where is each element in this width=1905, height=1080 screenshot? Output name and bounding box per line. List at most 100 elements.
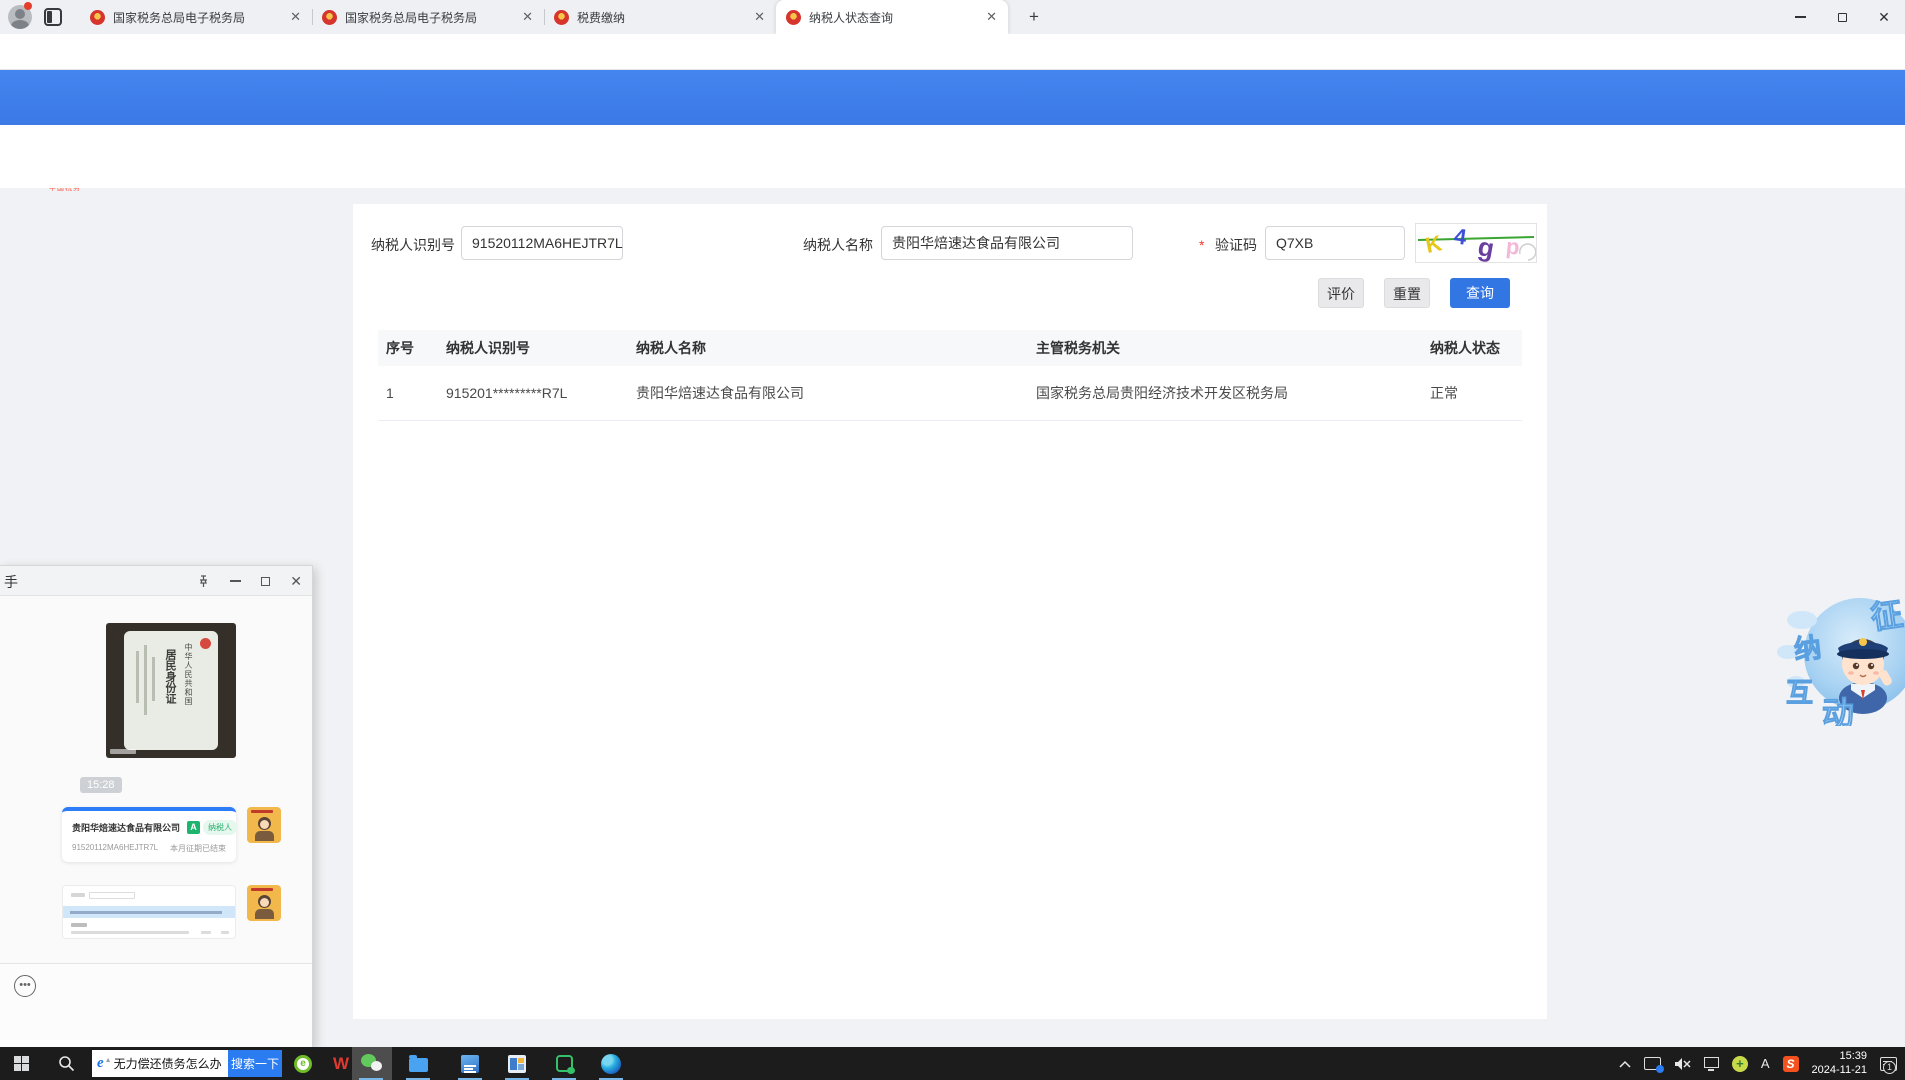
sticker-message[interactable] (247, 807, 281, 843)
window-restore-button[interactable] (1821, 0, 1863, 34)
captcha-input[interactable]: Q7XB (1265, 226, 1405, 260)
result-table: 序号 纳税人识别号 纳税人名称 主管税务机关 纳税人状态 1 915201***… (378, 330, 1522, 421)
required-mark: * (1199, 237, 1204, 253)
tax-favicon (786, 10, 801, 25)
360-browser-icon: e (294, 1055, 312, 1073)
account-app-icon (508, 1055, 526, 1073)
evaluate-button[interactable]: 评价 (1318, 278, 1364, 308)
taskbar-app-account[interactable] (498, 1047, 536, 1080)
svg-text:4: 4 (1453, 224, 1469, 250)
tab-close-icon[interactable]: ✕ (519, 9, 536, 25)
company-card-message[interactable]: 贵阳华焙速达食品有限公司 A 纳税人 91520112MA6HEJTR7L 本月… (62, 807, 236, 862)
chat-minimize-icon[interactable] (230, 580, 241, 582)
tab-4-active[interactable]: 纳税人状态查询 ✕ (776, 0, 1008, 34)
svg-text:K: K (1423, 230, 1444, 258)
id-card-photo-message[interactable]: 中华人民共和国 居民身份证 (106, 623, 236, 758)
tab-close-icon[interactable]: ✕ (983, 9, 1000, 25)
company-name: 贵阳华焙速达食品有限公司 (72, 821, 180, 834)
tab-title: 纳税人状态查询 (809, 9, 977, 26)
tray-expand-icon[interactable] (1619, 1060, 1631, 1068)
taskbar-app-docs[interactable] (451, 1047, 489, 1080)
sticker-message[interactable] (247, 885, 281, 921)
new-tab-button[interactable]: + (1022, 6, 1046, 30)
col-tax-authority: 主管税务机关 (1028, 330, 1422, 366)
chat-footer: ••• (0, 963, 312, 1047)
taskbar-search-box[interactable]: e ▲ 无力偿还债务怎么办 搜索一下 (92, 1050, 282, 1077)
chat-window-title: 手 (4, 572, 18, 592)
windows-taskbar: e ▲ 无力偿还债务怎么办 搜索一下 e W + A S 15:39 2024-… (0, 1047, 1905, 1080)
pin-icon[interactable] (197, 575, 210, 588)
caret-icon: ▲ (105, 1057, 112, 1064)
tab-2[interactable]: 国家税务总局电子税务局 ✕ (312, 0, 544, 34)
cell-seq: 1 (378, 366, 438, 420)
credit-grade-badge: A (187, 821, 200, 834)
tab-actions-icon[interactable] (44, 8, 62, 26)
tax-favicon (90, 10, 105, 25)
chat-window-titlebar[interactable]: 手 ✕ (0, 566, 312, 596)
query-panel: 纳税人识别号 91520112MA6HEJTR7L 纳税人名称 贵阳华焙速达食品… (353, 204, 1547, 1019)
sogou-ime-icon[interactable]: S (1783, 1056, 1799, 1072)
national-emblem-icon (200, 638, 211, 649)
captcha-image[interactable]: K 4 g p (1415, 223, 1537, 263)
svg-text:纳: 纳 (1792, 632, 1822, 666)
taskbar-search-go-button[interactable]: 搜索一下 (228, 1050, 282, 1077)
credit-grade-label: 纳税人 (203, 820, 237, 835)
document-app-icon (461, 1055, 479, 1073)
start-button[interactable] (14, 1056, 29, 1071)
cast-screen-icon[interactable] (1644, 1057, 1661, 1070)
taxpayer-name-input[interactable]: 贵阳华焙速达食品有限公司 (881, 226, 1133, 260)
screen: 国家税务总局电子税务局 ✕ 国家税务总局电子税务局 ✕ 税费缴纳 ✕ 纳税人状态… (0, 0, 1905, 1080)
taskbar-app-screenshot[interactable] (545, 1047, 583, 1080)
tab-1[interactable]: 国家税务总局电子税务局 ✕ (80, 0, 312, 34)
screenshot-message[interactable] (62, 885, 236, 939)
tab-title: 国家税务总局电子税务局 (113, 9, 281, 26)
chat-close-icon[interactable]: ✕ (290, 573, 302, 590)
cell-taxpayer-id: 915201*********R7L (438, 366, 628, 420)
taskbar-clock[interactable]: 15:39 2024-11-21 (1812, 1050, 1867, 1078)
site-header: 中国税务 全国统一规范电子税务局 贵州 **燕 (0, 70, 1905, 125)
tax-favicon (554, 10, 569, 25)
message-timestamp: 15:28 (80, 777, 122, 793)
taskbar-app-wechat[interactable] (352, 1047, 392, 1080)
col-taxpayer-id: 纳税人识别号 (438, 330, 628, 366)
cell-tax-authority: 国家税务总局贵阳经济技术开发区税务局 (1028, 366, 1422, 420)
browser-tab-bar: 国家税务总局电子税务局 ✕ 国家税务总局电子税务局 ✕ 税费缴纳 ✕ 纳税人状态… (0, 0, 1905, 34)
window-minimize-button[interactable] (1779, 0, 1821, 34)
profile-notification-dot (24, 2, 32, 10)
taskbar-search-icon[interactable] (58, 1055, 75, 1072)
taskbar-app-edge[interactable] (592, 1047, 630, 1080)
table-row[interactable]: 1 915201*********R7L 贵阳华焙速达食品有限公司 国家税务总局… (378, 366, 1522, 420)
clock-date: 2024-11-21 (1812, 1064, 1867, 1078)
notification-center-icon[interactable]: 1 (1880, 1057, 1897, 1071)
captcha-label: 验证码 (1215, 235, 1257, 255)
chat-maximize-icon[interactable] (261, 577, 270, 586)
chat-bubble-icon[interactable]: ••• (14, 975, 36, 997)
company-taxpayer-id: 91520112MA6HEJTR7L (72, 843, 158, 854)
wps-icon: W (333, 1054, 349, 1074)
taxpayer-id-input[interactable]: 91520112MA6HEJTR7L (461, 226, 623, 260)
tab-3[interactable]: 税费缴纳 ✕ (544, 0, 776, 34)
svg-text:动: 动 (1822, 695, 1854, 726)
volume-muted-icon[interactable] (1674, 1057, 1691, 1071)
taskbar-search-text: 无力偿还债务怎么办 (114, 1055, 228, 1072)
query-button[interactable]: 查询 (1450, 278, 1510, 308)
taskbar-app-files[interactable] (399, 1047, 437, 1080)
id-card-image: 中华人民共和国 居民身份证 (124, 631, 218, 750)
ime-indicator[interactable]: A (1761, 1056, 1770, 1071)
tab-close-icon[interactable]: ✕ (287, 9, 304, 25)
window-close-button[interactable]: ✕ (1863, 0, 1905, 34)
col-taxpayer-name: 纳税人名称 (628, 330, 1028, 366)
antivirus-icon[interactable]: + (1732, 1056, 1748, 1072)
network-icon[interactable] (1704, 1057, 1719, 1068)
taskbar-app-360browser[interactable]: e (284, 1047, 322, 1080)
collection-period-note: 本月征期已结束 (170, 843, 226, 854)
tax-favicon (322, 10, 337, 25)
tab-title: 税费缴纳 (577, 9, 745, 26)
ie-icon: e (97, 1055, 104, 1072)
col-seq: 序号 (378, 330, 438, 366)
interaction-assistant-badge[interactable]: 征 纳 互 动 (1768, 578, 1905, 726)
wechat-icon (361, 1054, 383, 1074)
reset-button[interactable]: 重置 (1384, 278, 1430, 308)
col-status: 纳税人状态 (1422, 330, 1522, 366)
tab-close-icon[interactable]: ✕ (751, 9, 768, 25)
